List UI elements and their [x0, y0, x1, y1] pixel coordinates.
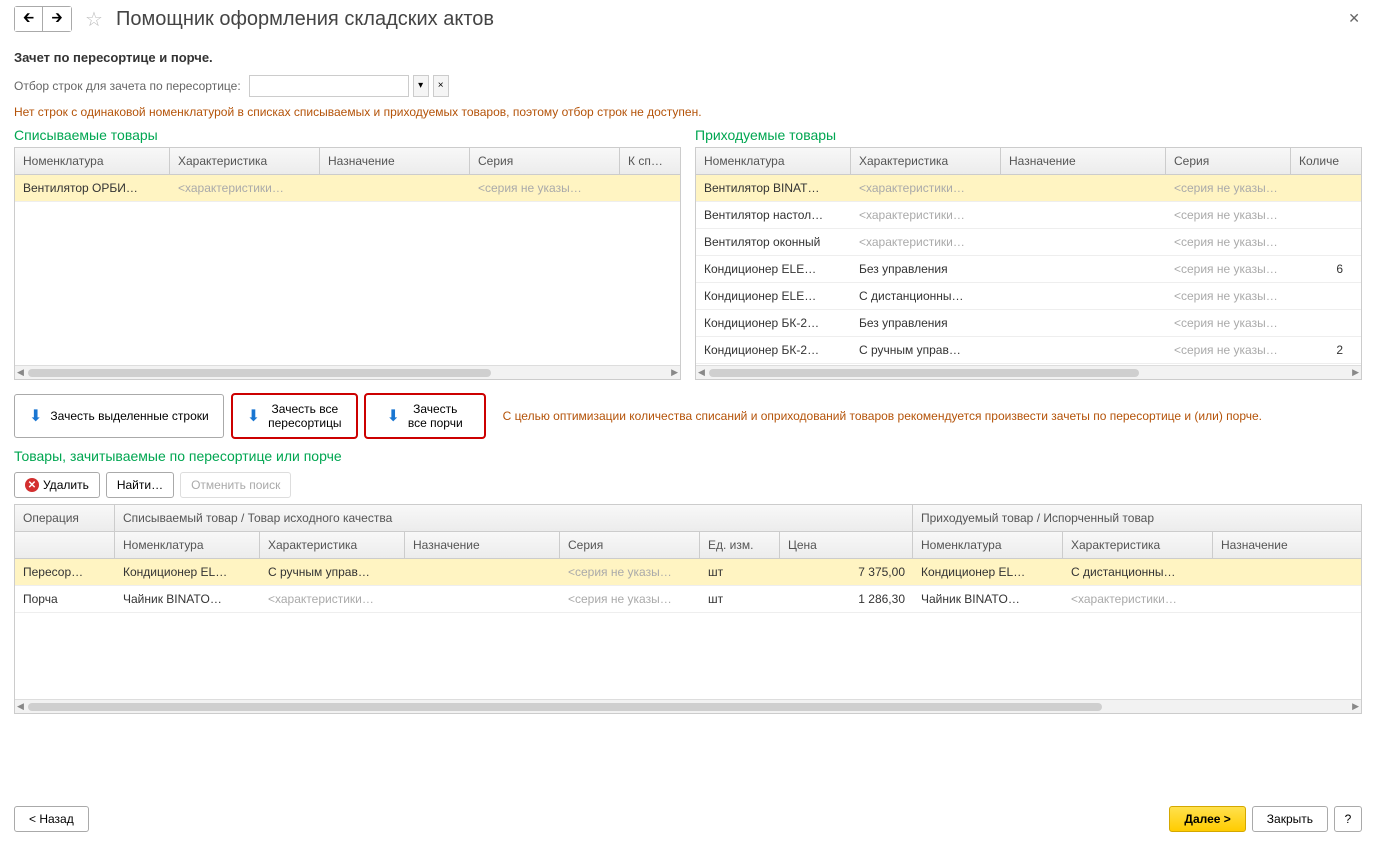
col-assign[interactable]: Назначение	[1001, 148, 1166, 174]
cancel-find-button: Отменить поиск	[180, 472, 291, 498]
col-series[interactable]: Серия	[1166, 148, 1291, 174]
table-row[interactable]: Вентилятор настол…<характеристики…<серия…	[696, 202, 1361, 229]
credit-all-peresort-button[interactable]: ⬇ Зачесть все пересортицы	[232, 394, 357, 438]
table-row[interactable]: Кондиционер ELE…С дистанционны…<серия не…	[696, 283, 1361, 310]
table-row[interactable]: Кондиционер БК-2…С ручным управ…<серия н…	[696, 337, 1361, 364]
filter-label: Отбор строк для зачета по пересортице:	[14, 79, 241, 93]
filter-input[interactable]	[249, 75, 409, 97]
writeoff-title: Списываемые товары	[14, 127, 681, 143]
table-row[interactable]: Пересор…Кондиционер EL…С ручным управ…<с…	[15, 559, 1361, 586]
col-qty[interactable]: К списа	[620, 148, 675, 174]
writeoff-hscroll[interactable]: ◀ ▶	[15, 365, 680, 379]
help-button[interactable]: ?	[1334, 806, 1362, 832]
arrow-down-icon: ⬇	[386, 406, 399, 426]
col-nomen[interactable]: Номенклатура	[15, 148, 170, 174]
credited-grid: Операция Списываемый товар / Товар исход…	[14, 504, 1362, 714]
table-row[interactable]: Вентилятор BINAT…<характеристики…<серия …	[696, 175, 1361, 202]
find-button[interactable]: Найти…	[106, 472, 174, 498]
col-receipt-group[interactable]: Приходуемый товар / Испорченный товар	[913, 505, 1361, 531]
favorite-star-icon[interactable]: ☆	[82, 7, 106, 31]
receipt-hscroll[interactable]: ◀ ▶	[696, 365, 1361, 379]
delete-button[interactable]: ✕ Удалить	[14, 472, 100, 498]
col-op[interactable]: Операция	[15, 505, 115, 531]
col-nomen[interactable]: Номенклатура	[696, 148, 851, 174]
col-char[interactable]: Характеристика	[851, 148, 1001, 174]
filter-clear-button[interactable]: ×	[433, 75, 449, 97]
close-button[interactable]: Закрыть	[1252, 806, 1328, 832]
table-row[interactable]: Вентилятор ОРБИ…<характеристики…<серия н…	[15, 175, 680, 202]
back-button[interactable]: 🡰	[15, 7, 43, 31]
back-step-button[interactable]: < Назад	[14, 806, 89, 832]
filter-dropdown-button[interactable]: ▾	[413, 75, 429, 97]
table-row[interactable]: Кондиционер БК-2…Без управления<серия не…	[696, 310, 1361, 337]
info-message: Нет строк с одинаковой номенклатурой в с…	[14, 105, 1362, 119]
receipt-title: Приходуемые товары	[695, 127, 1362, 143]
delete-icon: ✕	[25, 478, 39, 492]
next-button[interactable]: Далее >	[1169, 806, 1245, 832]
table-row[interactable]: ПорчаЧайник BINATO…<характеристики…<сери…	[15, 586, 1361, 613]
arrow-down-icon: ⬇	[29, 406, 42, 426]
credit-all-porchi-button[interactable]: ⬇ Зачесть все порчи	[365, 394, 485, 438]
credit-selected-label: Зачесть выделенные строки	[50, 409, 208, 423]
credited-title: Товары, зачитываемые по пересортице или …	[14, 448, 1362, 464]
arrow-down-icon: ⬇	[247, 406, 260, 426]
credit-selected-button[interactable]: ⬇ Зачесть выделенные строки	[14, 394, 224, 438]
receipt-grid: Номенклатура Характеристика Назначение С…	[695, 147, 1362, 380]
nav-buttons: 🡰 🡲	[14, 6, 72, 32]
table-row[interactable]: Вентилятор оконный<характеристики…<серия…	[696, 229, 1361, 256]
close-icon[interactable]: ✕	[1348, 10, 1360, 27]
col-writeoff-group[interactable]: Списываемый товар / Товар исходного каче…	[115, 505, 913, 531]
subtitle: Зачет по пересортице и порче.	[14, 50, 1362, 65]
page-title: Помощник оформления складских актов	[116, 8, 494, 31]
forward-button[interactable]: 🡲	[43, 7, 71, 31]
col-assign[interactable]: Назначение	[320, 148, 470, 174]
hint-text: С целью оптимизации количества списаний …	[493, 408, 1362, 425]
col-series[interactable]: Серия	[470, 148, 620, 174]
col-char[interactable]: Характеристика	[170, 148, 320, 174]
credited-hscroll[interactable]: ◀ ▶	[15, 699, 1361, 713]
table-row[interactable]: Кондиционер ELE…Без управления<серия не …	[696, 256, 1361, 283]
col-qty[interactable]: Количе	[1291, 148, 1351, 174]
writeoff-grid: Номенклатура Характеристика Назначение С…	[14, 147, 681, 380]
